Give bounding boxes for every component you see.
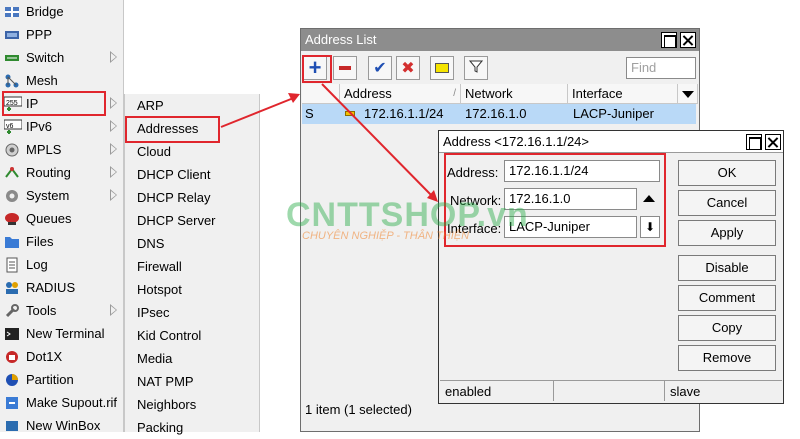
watermark-tagline: CHUYÊN NGHIỆP - THÂN THIỆN bbox=[302, 230, 470, 242]
